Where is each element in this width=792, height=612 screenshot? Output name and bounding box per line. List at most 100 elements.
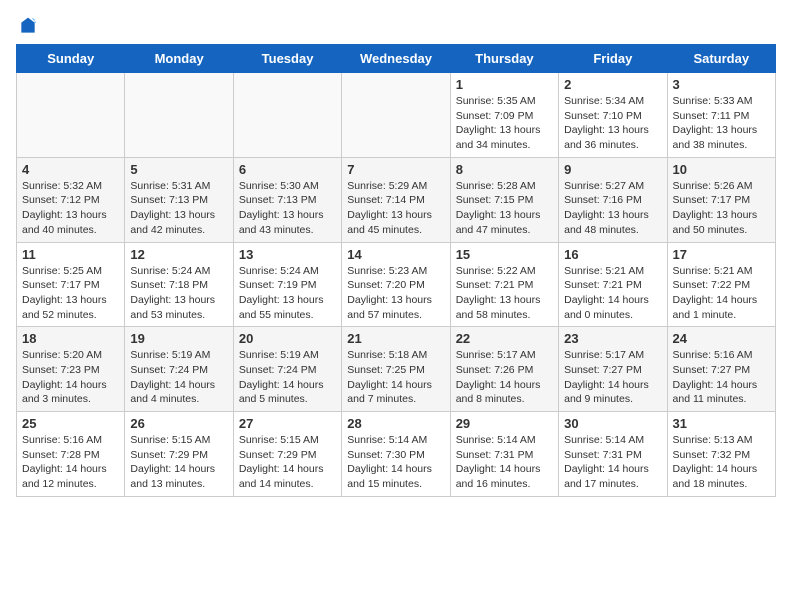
calendar-cell: 30 Sunrise: 5:14 AMSunset: 7:31 PMDayligh…: [559, 412, 667, 497]
day-info: Sunrise: 5:19 AMSunset: 7:24 PMDaylight:…: [130, 348, 227, 407]
calendar-cell: 28Sunrise: 5:14 AMSunset: 7:30 PMDayligh…: [342, 412, 450, 497]
day-info: Sunrise: 5:24 AMSunset: 7:18 PMDaylight:…: [130, 264, 227, 323]
day-info: Sunrise: 5:19 AMSunset: 7:24 PMDaylight:…: [239, 348, 336, 407]
calendar-cell: 2 Sunrise: 5:34 AMSunset: 7:10 PMDaylight…: [559, 73, 667, 158]
day-number: 5: [130, 162, 227, 177]
day-number: 12: [130, 247, 227, 262]
calendar-header-row: SundayMondayTuesdayWednesdayThursdayFrid…: [17, 45, 776, 73]
calendar-cell: 7 Sunrise: 5:29 AMSunset: 7:14 PMDaylight…: [342, 157, 450, 242]
day-number: 21: [347, 331, 444, 346]
calendar-cell: 1Sunrise: 5:35 AMSunset: 7:09 PMDaylight…: [450, 73, 558, 158]
logo-icon: [18, 16, 38, 36]
calendar-cell: 12 Sunrise: 5:24 AMSunset: 7:18 PMDayligh…: [125, 242, 233, 327]
day-number: 9: [564, 162, 661, 177]
day-info: Sunrise: 5:16 AMSunset: 7:28 PMDaylight:…: [22, 433, 119, 492]
day-number: 27: [239, 416, 336, 431]
day-info: Sunrise: 5:30 AMSunset: 7:13 PMDaylight:…: [239, 179, 336, 238]
day-info: Sunrise: 5:31 AMSunset: 7:13 PMDaylight:…: [130, 179, 227, 238]
day-info: Sunrise: 5:17 AMSunset: 7:27 PMDaylight:…: [564, 348, 661, 407]
day-number: 16: [564, 247, 661, 262]
day-number: 7: [347, 162, 444, 177]
day-number: 19: [130, 331, 227, 346]
calendar-cell: 16 Sunrise: 5:21 AMSunset: 7:21 PMDayligh…: [559, 242, 667, 327]
day-info: Sunrise: 5:26 AMSunset: 7:17 PMDaylight:…: [673, 179, 770, 238]
day-info: Sunrise: 5:24 AMSunset: 7:19 PMDaylight:…: [239, 264, 336, 323]
calendar-cell: 19 Sunrise: 5:19 AMSunset: 7:24 PMDayligh…: [125, 327, 233, 412]
calendar-cell: 21 Sunrise: 5:18 AMSunset: 7:25 PMDayligh…: [342, 327, 450, 412]
day-number: 29: [456, 416, 553, 431]
day-of-week-header: Saturday: [667, 45, 775, 73]
calendar-cell: 5 Sunrise: 5:31 AMSunset: 7:13 PMDaylight…: [125, 157, 233, 242]
day-info: Sunrise: 5:14 AMSunset: 7:30 PMDaylight:…: [347, 433, 444, 492]
day-info: Sunrise: 5:32 AMSunset: 7:12 PMDaylight:…: [22, 179, 119, 238]
day-info: Sunrise: 5:15 AMSunset: 7:29 PMDaylight:…: [239, 433, 336, 492]
calendar-cell: 27 Sunrise: 5:15 AMSunset: 7:29 PMDayligh…: [233, 412, 341, 497]
calendar-cell: 6Sunrise: 5:30 AMSunset: 7:13 PMDaylight…: [233, 157, 341, 242]
calendar-cell: 3Sunrise: 5:33 AMSunset: 7:11 PMDaylight…: [667, 73, 775, 158]
day-info: Sunrise: 5:29 AMSunset: 7:14 PMDaylight:…: [347, 179, 444, 238]
day-info: Sunrise: 5:23 AMSunset: 7:20 PMDaylight:…: [347, 264, 444, 323]
calendar-cell: 23 Sunrise: 5:17 AMSunset: 7:27 PMDayligh…: [559, 327, 667, 412]
day-number: 14: [347, 247, 444, 262]
day-info: Sunrise: 5:14 AMSunset: 7:31 PMDaylight:…: [456, 433, 553, 492]
day-number: 30: [564, 416, 661, 431]
calendar-cell: 14 Sunrise: 5:23 AMSunset: 7:20 PMDayligh…: [342, 242, 450, 327]
day-number: 2: [564, 77, 661, 92]
day-number: 31: [673, 416, 770, 431]
day-number: 11: [22, 247, 119, 262]
day-number: 1: [456, 77, 553, 92]
calendar-cell: 20 Sunrise: 5:19 AMSunset: 7:24 PMDayligh…: [233, 327, 341, 412]
day-number: 10: [673, 162, 770, 177]
calendar-cell: 26 Sunrise: 5:15 AMSunset: 7:29 PMDayligh…: [125, 412, 233, 497]
calendar-cell: 15Sunrise: 5:22 AMSunset: 7:21 PMDayligh…: [450, 242, 558, 327]
day-info: Sunrise: 5:27 AMSunset: 7:16 PMDaylight:…: [564, 179, 661, 238]
day-number: 18: [22, 331, 119, 346]
calendar-cell: 17 Sunrise: 5:21 AMSunset: 7:22 PMDayligh…: [667, 242, 775, 327]
day-of-week-header: Thursday: [450, 45, 558, 73]
day-number: 20: [239, 331, 336, 346]
page-header: [16, 16, 776, 36]
day-info: Sunrise: 5:15 AMSunset: 7:29 PMDaylight:…: [130, 433, 227, 492]
day-info: Sunrise: 5:20 AMSunset: 7:23 PMDaylight:…: [22, 348, 119, 407]
day-info: Sunrise: 5:17 AMSunset: 7:26 PMDaylight:…: [456, 348, 553, 407]
calendar-cell: [125, 73, 233, 158]
day-number: 15: [456, 247, 553, 262]
day-of-week-header: Sunday: [17, 45, 125, 73]
day-info: Sunrise: 5:21 AMSunset: 7:21 PMDaylight:…: [564, 264, 661, 323]
calendar-table: SundayMondayTuesdayWednesdayThursdayFrid…: [16, 44, 776, 497]
day-info: Sunrise: 5:21 AMSunset: 7:22 PMDaylight:…: [673, 264, 770, 323]
logo: [16, 16, 38, 36]
day-of-week-header: Friday: [559, 45, 667, 73]
day-number: 22: [456, 331, 553, 346]
calendar-cell: 18 Sunrise: 5:20 AMSunset: 7:23 PMDayligh…: [17, 327, 125, 412]
calendar-cell: 10 Sunrise: 5:26 AMSunset: 7:17 PMDayligh…: [667, 157, 775, 242]
calendar-cell: 22 Sunrise: 5:17 AMSunset: 7:26 PMDayligh…: [450, 327, 558, 412]
day-number: 13: [239, 247, 336, 262]
day-number: 26: [130, 416, 227, 431]
day-info: Sunrise: 5:13 AMSunset: 7:32 PMDaylight:…: [673, 433, 770, 492]
calendar-cell: 4 Sunrise: 5:32 AMSunset: 7:12 PMDaylight…: [17, 157, 125, 242]
day-info: Sunrise: 5:14 AMSunset: 7:31 PMDaylight:…: [564, 433, 661, 492]
day-number: 8: [456, 162, 553, 177]
calendar-cell: 13 Sunrise: 5:24 AMSunset: 7:19 PMDayligh…: [233, 242, 341, 327]
calendar-cell: 11 Sunrise: 5:25 AMSunset: 7:17 PMDayligh…: [17, 242, 125, 327]
calendar-cell: 31 Sunrise: 5:13 AMSunset: 7:32 PMDayligh…: [667, 412, 775, 497]
calendar-cell: 9 Sunrise: 5:27 AMSunset: 7:16 PMDaylight…: [559, 157, 667, 242]
day-number: 25: [22, 416, 119, 431]
calendar-cell: 29 Sunrise: 5:14 AMSunset: 7:31 PMDayligh…: [450, 412, 558, 497]
day-number: 17: [673, 247, 770, 262]
day-of-week-header: Wednesday: [342, 45, 450, 73]
calendar-cell: 25 Sunrise: 5:16 AMSunset: 7:28 PMDayligh…: [17, 412, 125, 497]
day-info: Sunrise: 5:18 AMSunset: 7:25 PMDaylight:…: [347, 348, 444, 407]
day-info: Sunrise: 5:16 AMSunset: 7:27 PMDaylight:…: [673, 348, 770, 407]
calendar-cell: [233, 73, 341, 158]
calendar-cell: 8Sunrise: 5:28 AMSunset: 7:15 PMDaylight…: [450, 157, 558, 242]
day-of-week-header: Tuesday: [233, 45, 341, 73]
day-info: Sunrise: 5:33 AMSunset: 7:11 PMDaylight:…: [673, 94, 770, 153]
day-number: 23: [564, 331, 661, 346]
day-info: Sunrise: 5:34 AMSunset: 7:10 PMDaylight:…: [564, 94, 661, 153]
calendar-cell: 24Sunrise: 5:16 AMSunset: 7:27 PMDayligh…: [667, 327, 775, 412]
calendar-cell: [342, 73, 450, 158]
day-info: Sunrise: 5:25 AMSunset: 7:17 PMDaylight:…: [22, 264, 119, 323]
day-number: 4: [22, 162, 119, 177]
